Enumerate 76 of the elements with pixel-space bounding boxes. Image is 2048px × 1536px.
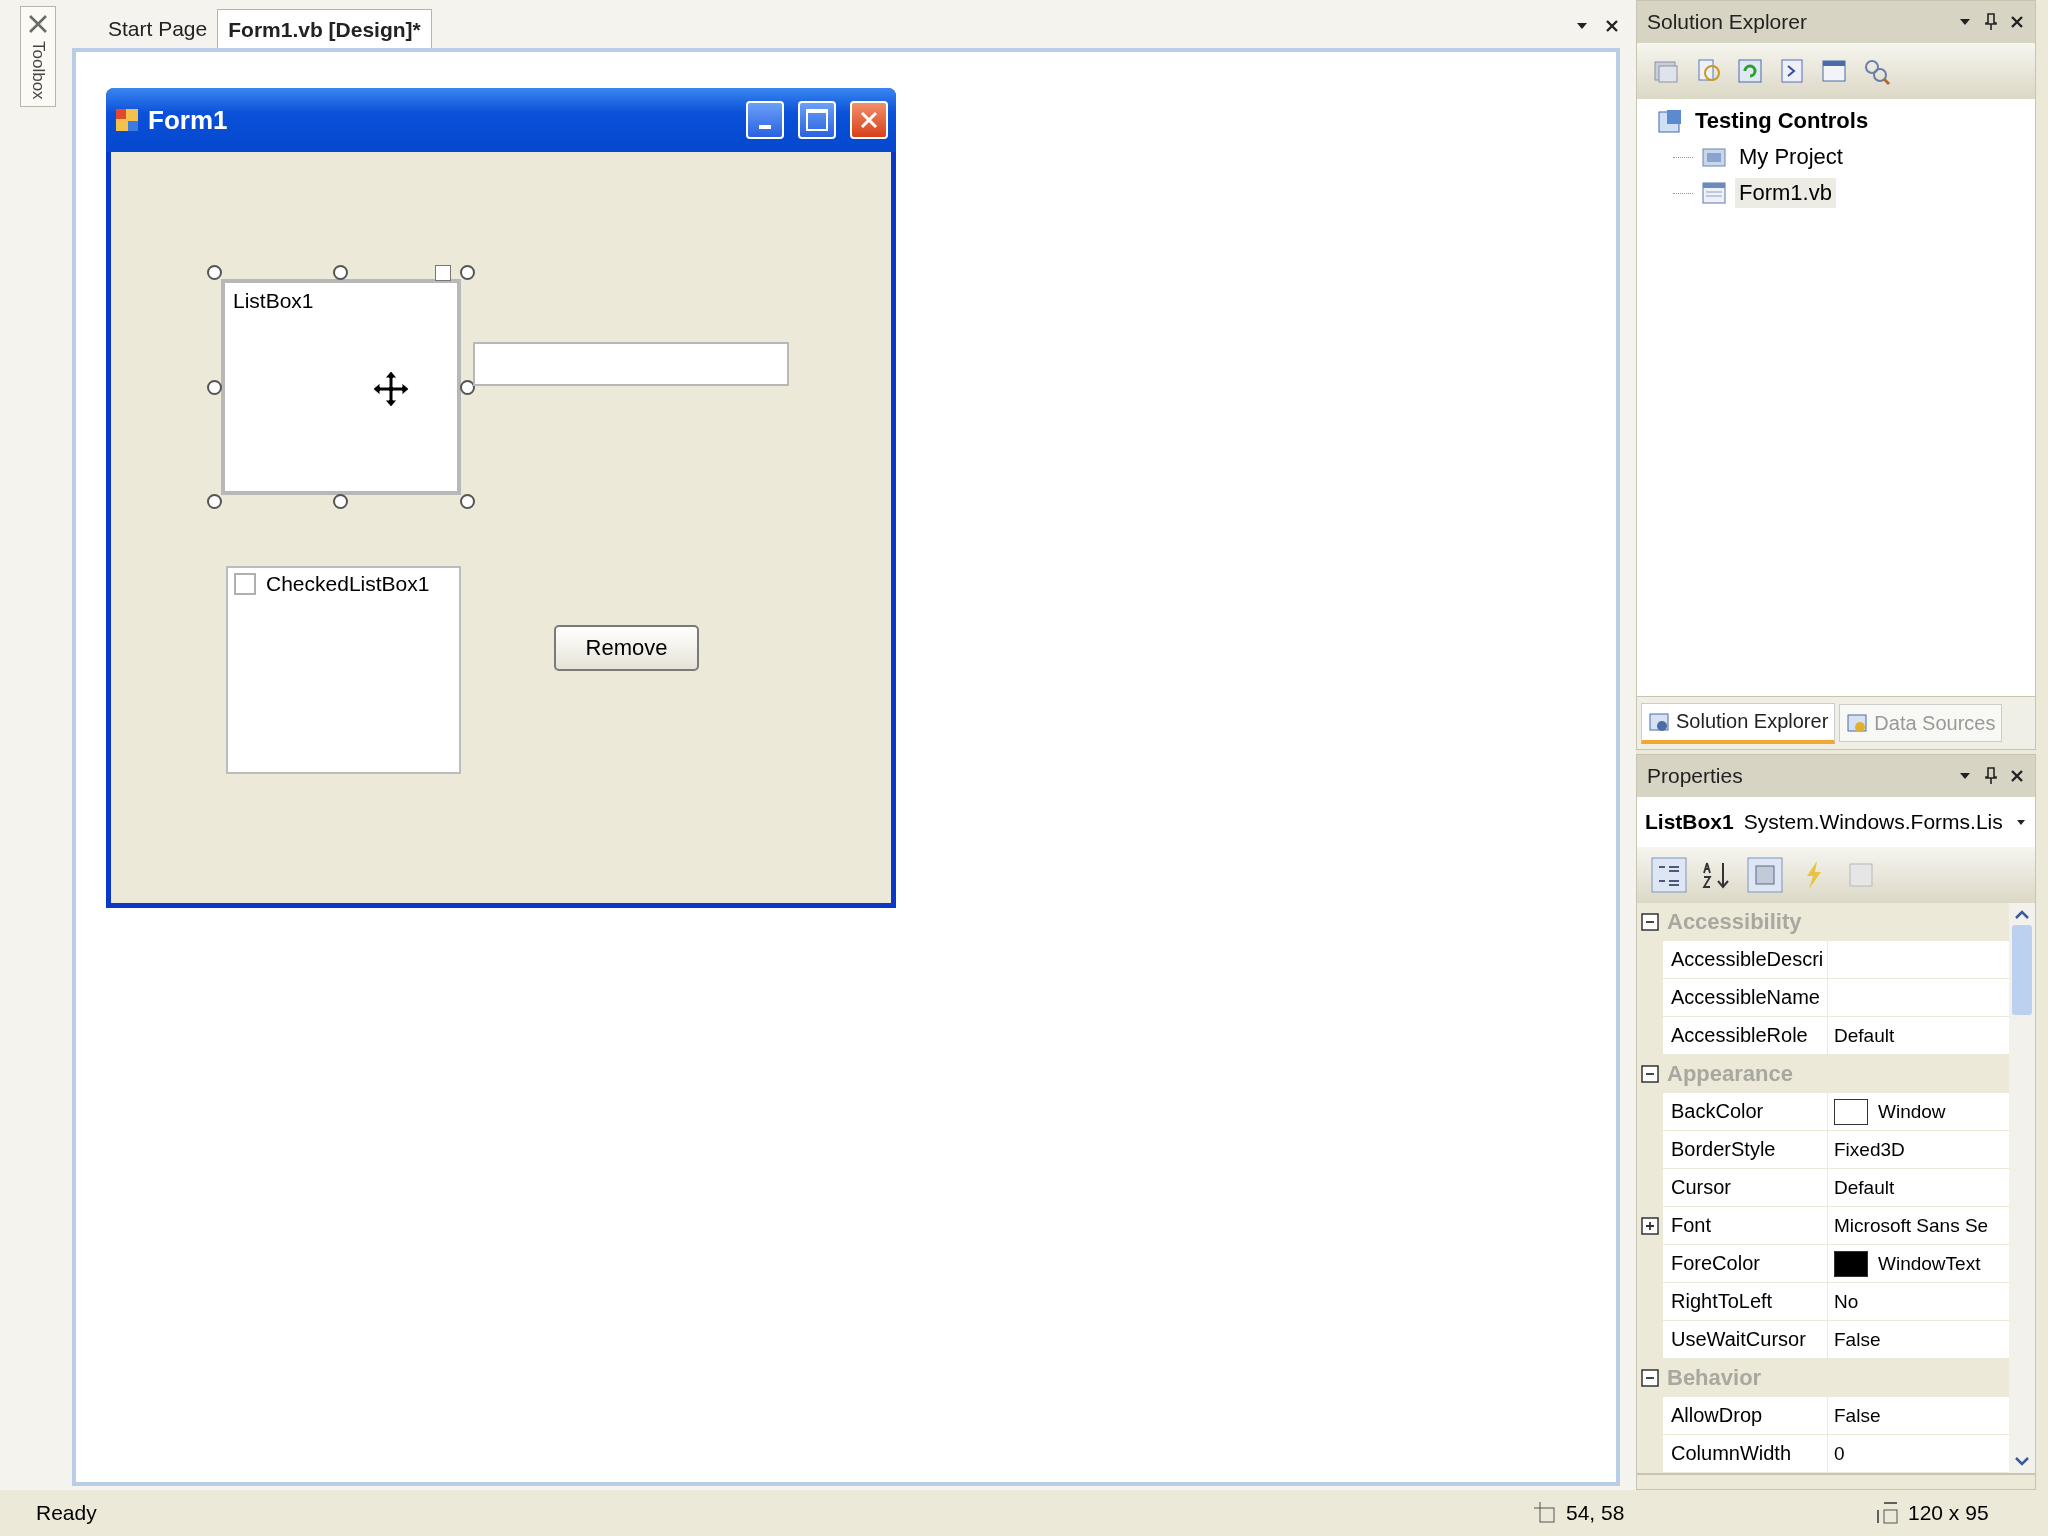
solution-icon — [1657, 108, 1683, 134]
position-readout: 54, 58 — [1566, 1501, 1626, 1525]
panel-title: Properties — [1647, 764, 1743, 788]
property-value[interactable]: False — [1828, 1321, 2009, 1359]
panel-title: Solution Explorer — [1647, 10, 1807, 34]
smart-tag-icon[interactable] — [435, 265, 451, 281]
text-field[interactable] — [473, 342, 789, 386]
property-name: BorderStyle — [1663, 1131, 1828, 1169]
resize-handle[interactable] — [333, 265, 348, 280]
collapse-icon[interactable] — [1641, 913, 1659, 931]
property-name: Cursor — [1663, 1169, 1828, 1207]
close-button[interactable] — [850, 101, 888, 139]
scroll-thumb[interactable] — [2012, 925, 2032, 1015]
collapse-icon[interactable] — [1641, 1065, 1659, 1083]
panel-tab[interactable]: Solution Explorer — [1641, 702, 1836, 744]
toolbox-tab[interactable]: Toolbox — [20, 6, 56, 107]
property-value[interactable]: False — [1828, 1397, 2009, 1435]
property-name: UseWaitCursor — [1663, 1321, 1828, 1359]
pin-icon[interactable] — [1983, 767, 1999, 785]
property-name: BackColor — [1663, 1093, 1828, 1131]
property-name: AccessibleRole — [1663, 1017, 1828, 1055]
position-icon — [1532, 1500, 1558, 1526]
property-name: ForeColor — [1663, 1245, 1828, 1283]
document-tab[interactable]: Start Page — [98, 9, 218, 48]
property-value[interactable]: Window — [1828, 1093, 2009, 1131]
checkbox[interactable] — [234, 573, 256, 595]
form-file-icon — [1701, 180, 1727, 206]
move-cursor-icon — [371, 369, 411, 409]
resize-handle[interactable] — [207, 380, 222, 395]
resize-handle[interactable] — [207, 265, 222, 280]
property-value[interactable]: Microsoft Sans Se — [1828, 1207, 2009, 1245]
expand-icon[interactable] — [1641, 1217, 1659, 1235]
category-label: Appearance — [1667, 1061, 1793, 1087]
pin-icon[interactable] — [1983, 13, 1999, 31]
scrollbar[interactable] — [2009, 903, 2035, 1473]
category-label: Behavior — [1667, 1365, 1762, 1391]
tree-item[interactable]: Form1.vb — [1735, 178, 1836, 208]
resize-handle[interactable] — [333, 494, 348, 509]
property-name: Font — [1663, 1207, 1828, 1245]
property-value[interactable]: Default — [1828, 1169, 2009, 1207]
resize-handle[interactable] — [207, 494, 222, 509]
resize-handle[interactable] — [460, 494, 475, 509]
property-name: RightToLeft — [1663, 1283, 1828, 1321]
property-name: AllowDrop — [1663, 1397, 1828, 1435]
tree-item[interactable]: My Project — [1735, 142, 1847, 172]
category-label: Accessibility — [1667, 909, 1802, 935]
document-tab[interactable]: Form1.vb [Design]* — [217, 9, 432, 48]
refresh-icon[interactable] — [1735, 56, 1765, 86]
form-icon — [114, 107, 140, 133]
property-name: AccessibleName — [1663, 979, 1828, 1017]
property-value[interactable]: Fixed3D — [1828, 1131, 2009, 1169]
list-item: ListBox1 — [233, 289, 314, 313]
close-icon[interactable] — [2009, 768, 2025, 784]
remove-button[interactable]: Remove — [554, 625, 699, 671]
property-value[interactable]: No — [1828, 1283, 2009, 1321]
status-text: Ready — [36, 1501, 97, 1525]
list-box[interactable]: ListBox1 — [221, 279, 461, 495]
resize-handle[interactable] — [460, 265, 475, 280]
property-value[interactable]: Default — [1828, 1017, 2009, 1055]
list-item: CheckedListBox1 — [266, 572, 430, 596]
collapse-icon[interactable] — [1641, 1369, 1659, 1387]
size-readout: 120 x 95 — [1908, 1501, 1990, 1525]
maximize-button[interactable] — [798, 101, 836, 139]
minimize-button[interactable] — [746, 101, 784, 139]
property-value[interactable]: WindowText — [1828, 1245, 2009, 1283]
checked-list-box[interactable]: CheckedListBox1 — [226, 566, 461, 774]
property-name: ColumnWidth — [1663, 1435, 1828, 1473]
categorized-icon[interactable] — [1651, 857, 1687, 893]
close-icon[interactable] — [2009, 14, 2025, 30]
form-title: Form1 — [148, 104, 228, 136]
property-value[interactable]: 0 — [1828, 1435, 2009, 1473]
property-name: AccessibleDescri — [1663, 941, 1828, 979]
close-icon[interactable] — [1604, 18, 1620, 34]
size-icon — [1874, 1500, 1900, 1526]
close-icon — [858, 109, 880, 131]
project-item[interactable]: Testing Controls — [1691, 106, 1873, 136]
